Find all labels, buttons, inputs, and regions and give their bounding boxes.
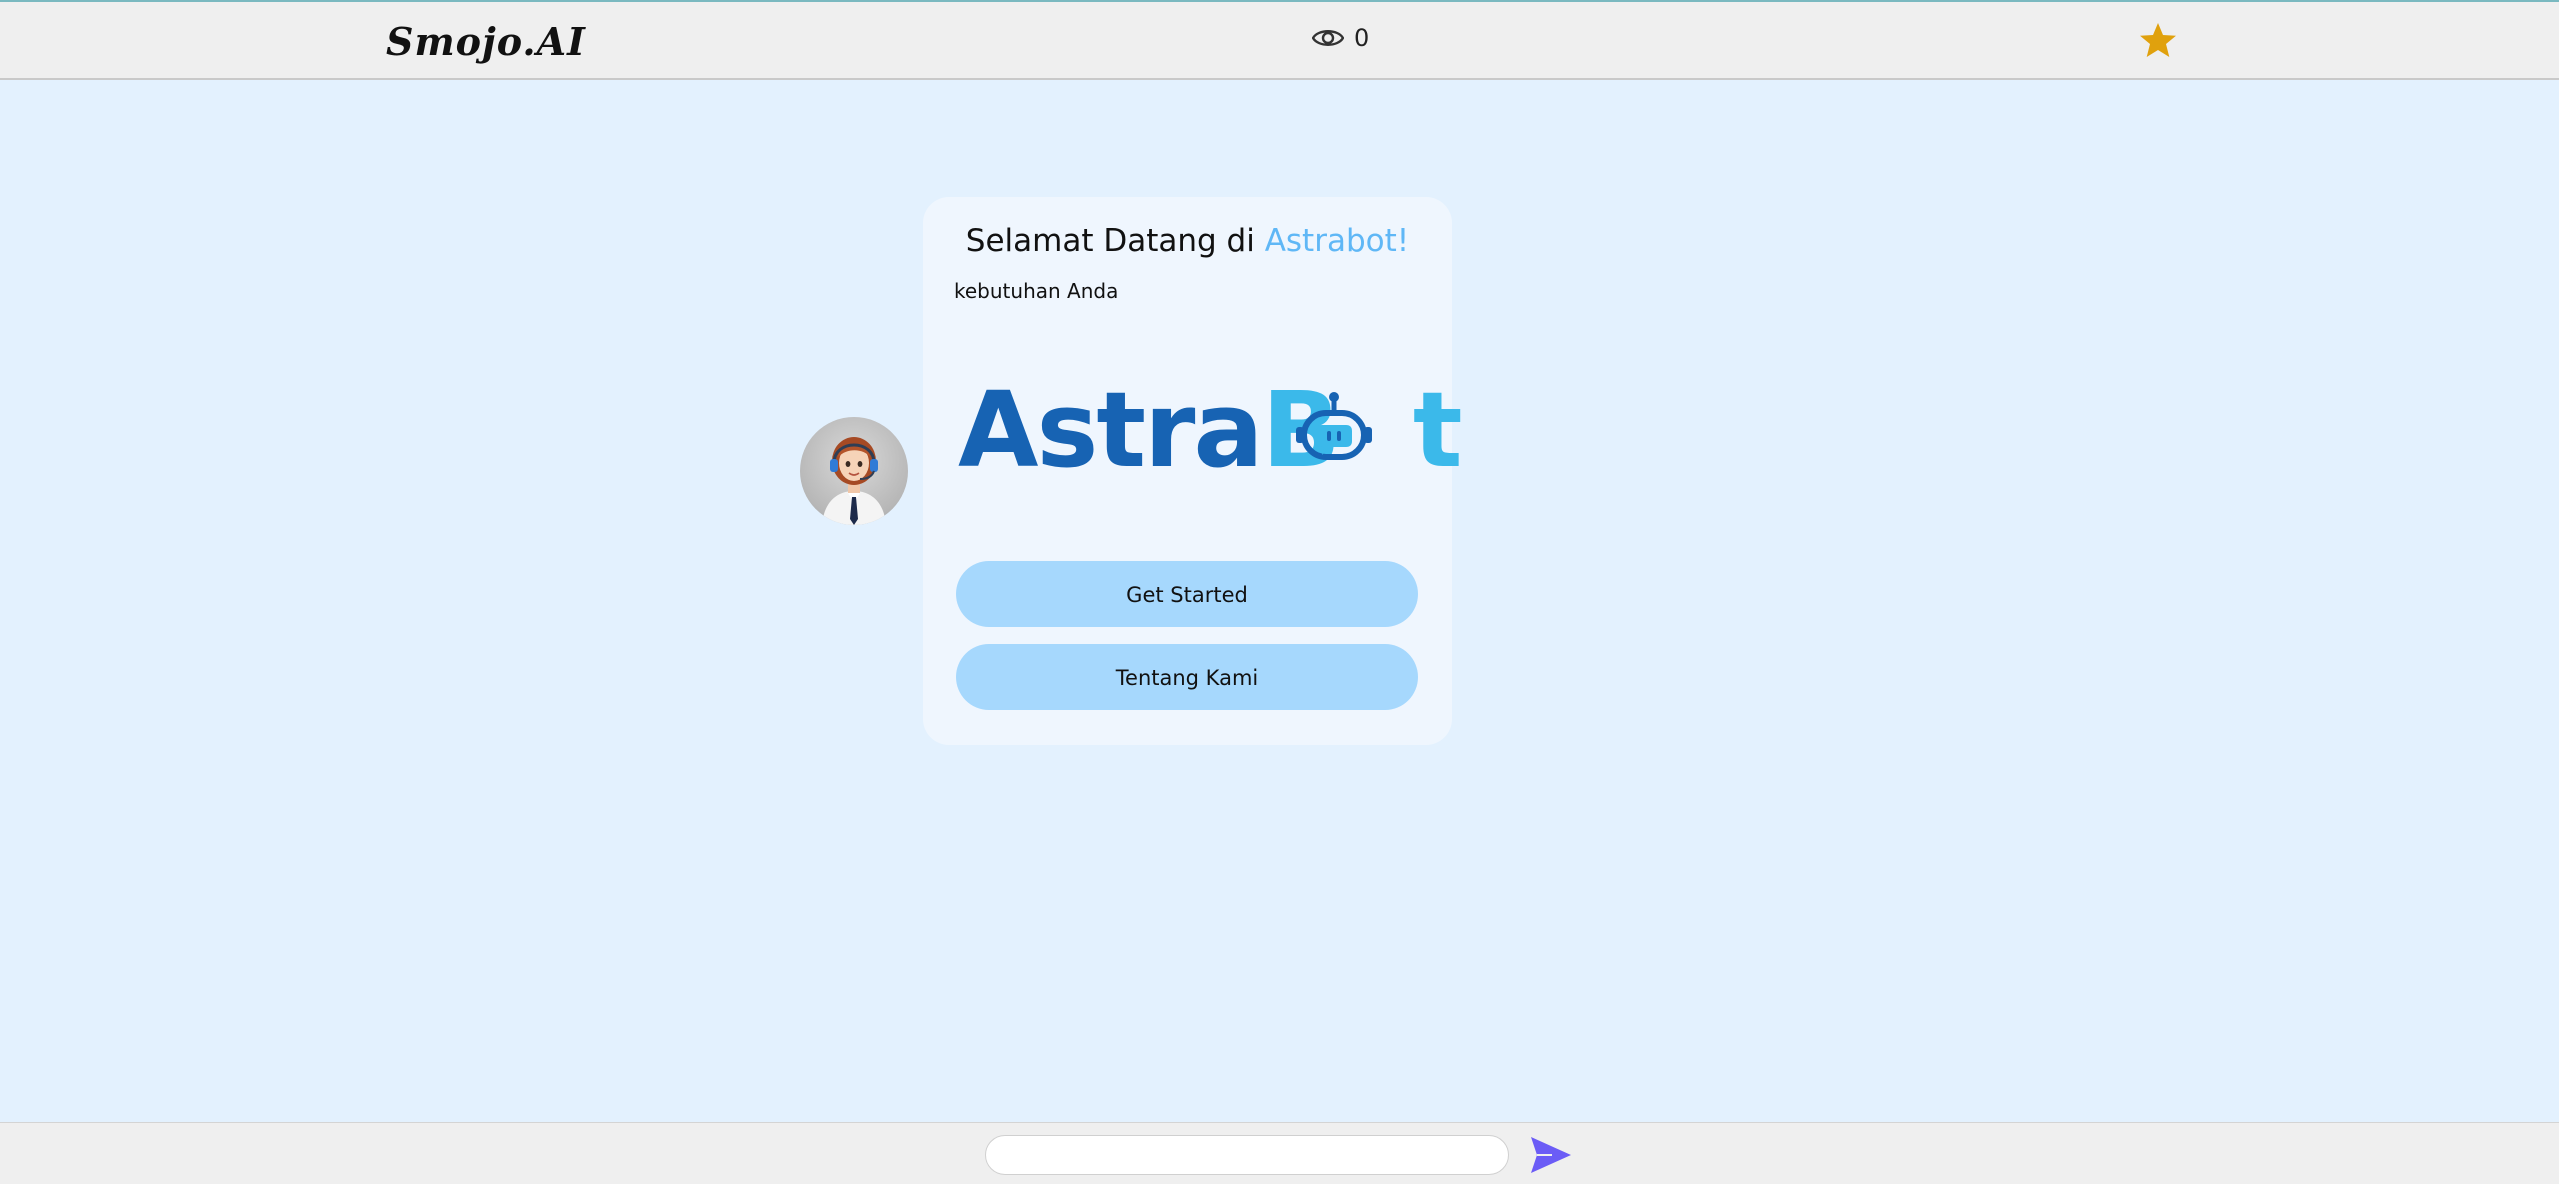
robot-icon [1296,392,1372,460]
agent-avatar [800,417,908,525]
about-us-button[interactable]: Tentang Kami [956,644,1418,710]
top-bar: Smojo.AI 0 [0,0,2559,80]
welcome-title: Selamat Datang di Astrabot! [923,223,1452,259]
astrabot-logo: AstraB t [958,375,1463,485]
star-icon[interactable] [2138,20,2178,60]
view-count: 0 [1354,24,1370,52]
get-started-button[interactable]: Get Started [956,561,1418,627]
logo-text-dark: Astra [958,369,1264,491]
brand-name: Smojo.AI [386,18,586,64]
welcome-subtitle: kebutuhan Anda [954,279,1119,303]
brand-logo[interactable]: Smojo.AI [386,16,586,66]
send-icon[interactable] [1528,1133,1574,1177]
eye-icon [1312,30,1344,46]
chat-bar [0,1122,2559,1184]
view-counter: 0 [1312,24,1369,52]
chat-input[interactable] [985,1135,1509,1175]
logo-text-light-tail: t [1412,369,1463,491]
welcome-title-prefix: Selamat Datang di [965,223,1265,259]
agent-avatar-illustration [822,437,886,525]
welcome-card: Selamat Datang di Astrabot! kebutuhan An… [923,197,1463,745]
welcome-title-highlight: Astrabot! [1264,223,1410,259]
